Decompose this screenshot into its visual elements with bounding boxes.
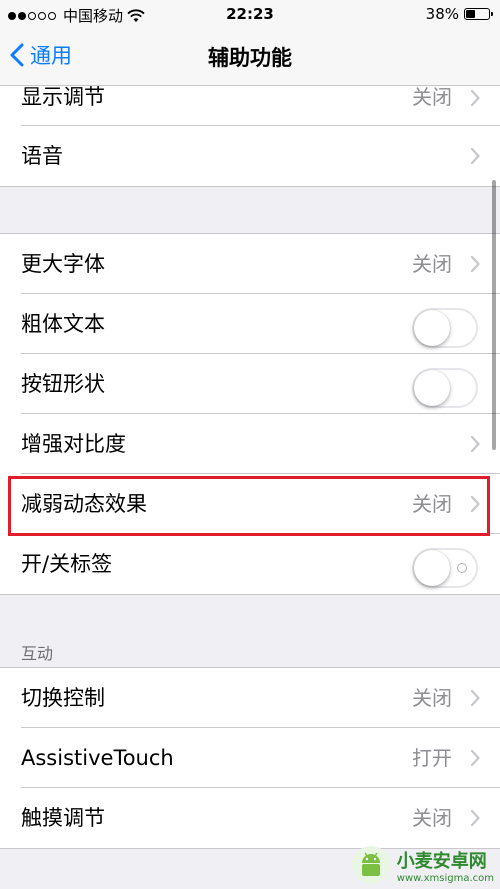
on-off-labels-toggle[interactable] — [412, 548, 478, 588]
watermark-url: www.xmsigma.com — [396, 872, 494, 884]
watermark-title: 小麦安卓网 — [396, 850, 487, 872]
navigation-bar: 通用 辅助功能 — [0, 30, 500, 86]
row-label: 切换控制 — [21, 686, 105, 710]
row-value: 打开 — [412, 746, 452, 770]
row-display-adjust[interactable]: 显示调节 关闭 — [0, 86, 500, 126]
chevron-right-icon — [470, 496, 480, 512]
row-increase-contrast[interactable]: 增强对比度 — [0, 414, 500, 474]
row-value: 关闭 — [412, 806, 452, 830]
chevron-right-icon — [470, 256, 480, 272]
settings-group-top: 显示调节 关闭 语音 — [0, 86, 500, 186]
off-ring-icon — [457, 563, 467, 573]
chevron-right-icon — [470, 690, 480, 706]
battery-icon — [464, 8, 493, 20]
row-on-off-labels: 开/关标签 — [0, 534, 500, 594]
status-right: 38% — [425, 5, 493, 23]
android-logo-icon — [351, 846, 390, 884]
row-touch-accommodations[interactable]: 触摸调节 关闭 — [0, 788, 500, 848]
row-label: 语音 — [21, 144, 63, 168]
watermark: 小麦安卓网 www.xmsigma.com — [351, 845, 494, 885]
chevron-right-icon — [470, 810, 480, 826]
chevron-right-icon — [470, 148, 480, 164]
button-shapes-toggle[interactable] — [412, 368, 478, 408]
row-reduce-motion[interactable]: 减弱动态效果 关闭 — [0, 474, 500, 534]
row-switch-control[interactable]: 切换控制 关闭 — [0, 668, 500, 728]
row-value: 关闭 — [412, 252, 452, 276]
watermark-text: 小麦安卓网 www.xmsigma.com — [397, 847, 494, 884]
row-label: 增强对比度 — [21, 432, 126, 456]
row-label: 按钮形状 — [21, 372, 105, 396]
row-label: AssistiveTouch — [21, 746, 174, 770]
settings-group-display: 更大字体 关闭 粗体文本 按钮形状 增强对比度 减弱动态效果 关闭 开/关标签 — [0, 234, 500, 594]
row-label: 显示调节 — [21, 85, 105, 109]
row-speech[interactable]: 语音 — [0, 126, 500, 186]
settings-group-interaction: 切换控制 关闭 AssistiveTouch 打开 触摸调节 关闭 — [0, 668, 500, 848]
row-value: 关闭 — [412, 492, 452, 516]
bold-text-toggle[interactable] — [412, 308, 478, 348]
divider — [0, 594, 500, 595]
row-label: 粗体文本 — [21, 312, 105, 336]
row-assistivetouch[interactable]: AssistiveTouch 打开 — [0, 728, 500, 788]
battery-percent: 38% — [425, 5, 459, 23]
chevron-right-icon — [470, 750, 480, 766]
row-value: 关闭 — [412, 85, 452, 109]
row-value: 关闭 — [412, 686, 452, 710]
row-button-shapes: 按钮形状 — [0, 354, 500, 414]
row-larger-text[interactable]: 更大字体 关闭 — [0, 234, 500, 294]
page-title: 辅助功能 — [208, 46, 292, 70]
row-label: 触摸调节 — [21, 806, 105, 830]
chevron-right-icon — [470, 90, 480, 106]
row-bold-text: 粗体文本 — [0, 294, 500, 354]
chevron-right-icon — [470, 436, 480, 452]
row-label: 减弱动态效果 — [21, 492, 147, 516]
row-label: 开/关标签 — [21, 552, 113, 576]
section-header-interaction: 互动 — [21, 644, 54, 663]
row-label: 更大字体 — [21, 252, 105, 276]
divider — [0, 186, 500, 187]
scroll-indicator[interactable] — [492, 180, 496, 450]
status-bar: 中国移动 22:23 38% — [0, 0, 500, 30]
